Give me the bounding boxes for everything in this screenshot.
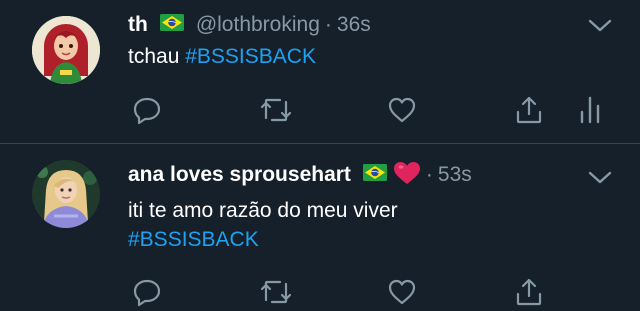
separator-dot: · (324, 13, 332, 36)
separator-dot: · (425, 163, 433, 186)
hashtag-link[interactable]: #BSSISBACK (128, 225, 398, 254)
display-name[interactable]: th (128, 13, 148, 37)
reply-icon[interactable] (131, 276, 163, 308)
tweet-text: tchau #BSSISBACK (128, 42, 316, 71)
tweet-body: tchau (128, 45, 180, 68)
chevron-down-icon[interactable] (586, 168, 614, 188)
tweet-body: iti te amo razão do meu viver (128, 199, 398, 222)
timestamp[interactable]: 53s (438, 163, 472, 187)
tweet-header: th @lothbroking · 36s (128, 12, 371, 38)
reply-icon[interactable] (131, 94, 163, 126)
timestamp[interactable]: 36s (337, 13, 371, 37)
tweet[interactable]: ana loves sprousehart · 53s iti te amo r… (0, 144, 640, 311)
timeline: th @lothbroking · 36s tchau #BSSISBACK a… (0, 0, 640, 311)
brazil-flag-icon (362, 164, 387, 186)
red-heart-icon (393, 161, 421, 190)
like-icon[interactable] (386, 94, 418, 126)
share-icon[interactable] (513, 94, 545, 126)
like-icon[interactable] (386, 276, 418, 308)
retweet-icon[interactable] (258, 276, 292, 308)
display-name[interactable]: ana loves sprousehart (128, 163, 351, 187)
hashtag-link[interactable]: #BSSISBACK (185, 45, 316, 68)
retweet-icon[interactable] (258, 94, 292, 126)
analytics-icon[interactable] (574, 94, 606, 126)
tweet-header: ana loves sprousehart · 53s (128, 161, 472, 190)
tweet[interactable]: th @lothbroking · 36s tchau #BSSISBACK (0, 0, 640, 143)
tweet-text: iti te amo razão do meu viver #BSSISBACK (128, 196, 398, 254)
avatar[interactable] (32, 16, 100, 84)
share-icon[interactable] (513, 276, 545, 308)
chevron-down-icon[interactable] (586, 16, 614, 36)
avatar[interactable] (32, 160, 100, 228)
username[interactable]: @lothbroking (196, 13, 320, 37)
brazil-flag-icon (159, 14, 184, 36)
